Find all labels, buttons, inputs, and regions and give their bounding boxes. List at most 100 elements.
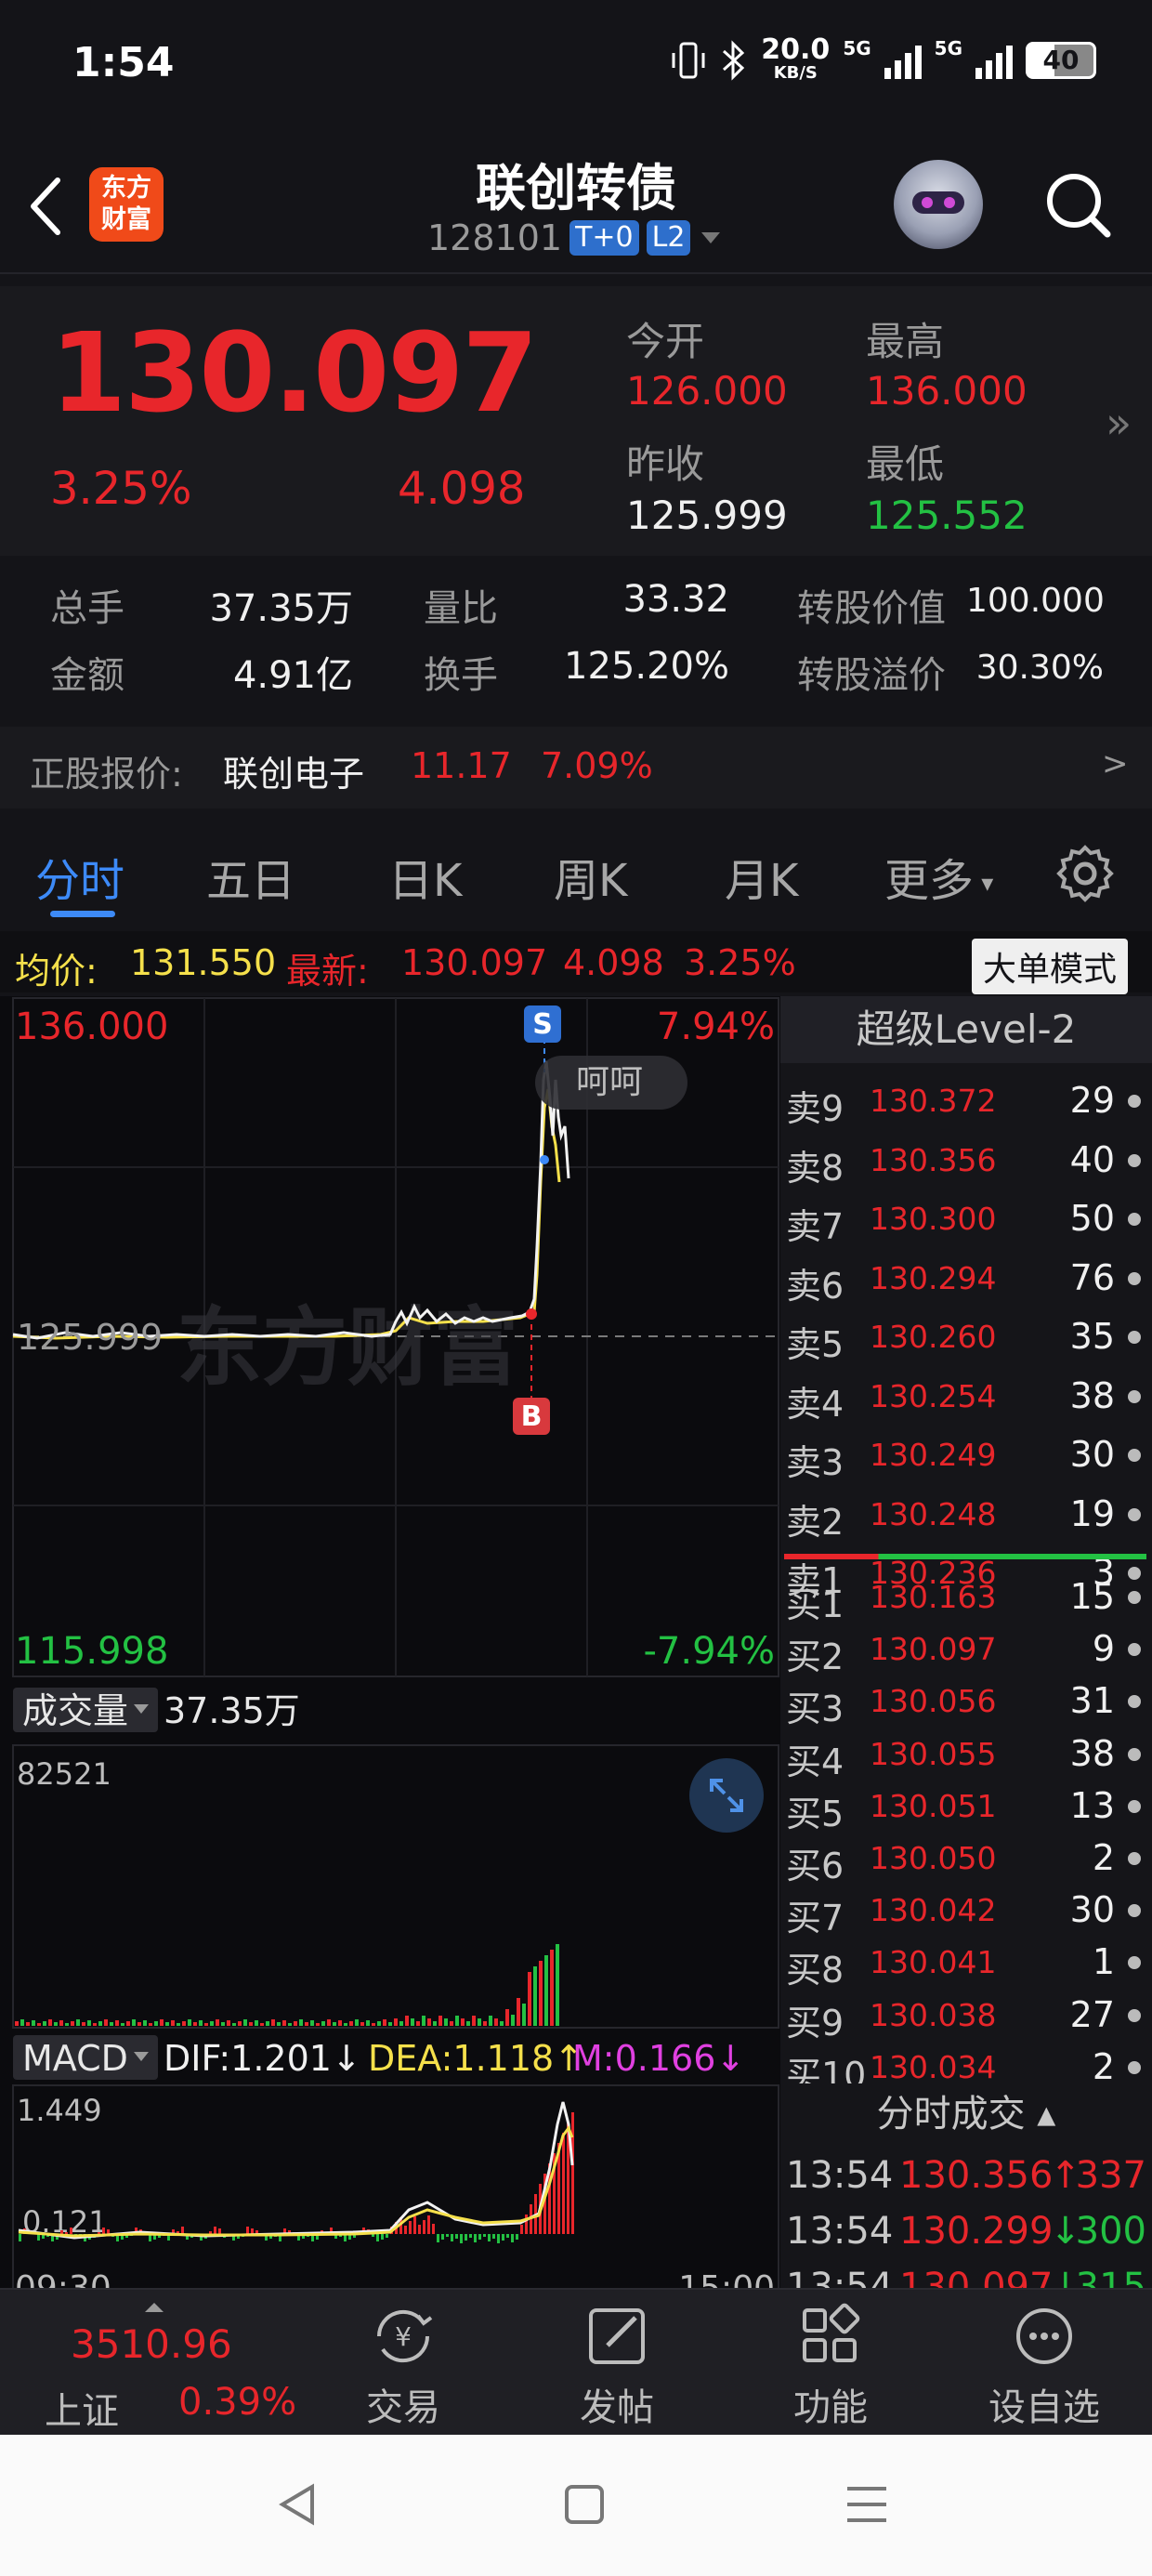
ask-row-7[interactable]: 卖3 130.249 30 bbox=[780, 1428, 1152, 1483]
low-label: 最低 bbox=[866, 441, 945, 487]
search-icon[interactable] bbox=[1041, 167, 1115, 242]
tag-l2: L2 bbox=[646, 220, 691, 256]
trade-icon: ¥ bbox=[376, 2309, 433, 2363]
volume-bar bbox=[87, 2020, 91, 2026]
dot-icon bbox=[1128, 1389, 1141, 1403]
latest-change-pct: 3.25% bbox=[684, 942, 796, 983]
volume-bar bbox=[82, 2022, 85, 2026]
ask-row-1[interactable]: 卖9 130.372 29 bbox=[780, 1074, 1152, 1129]
volume-bar bbox=[461, 2018, 465, 2026]
nav-functions[interactable]: 功能 bbox=[756, 2303, 905, 2431]
comment-bubble-text: 呵呵 bbox=[576, 1063, 643, 1101]
nav-add-favorite[interactable]: 设自选 bbox=[970, 2303, 1119, 2431]
security-code-row[interactable]: 128101 T+0 L2 bbox=[427, 217, 724, 258]
ask-level-label: 卖4 bbox=[786, 1383, 844, 1425]
bid-quantity: 2 bbox=[1092, 1837, 1115, 1878]
avg-label: 均价: bbox=[15, 951, 98, 992]
volume-value: 37.35万 bbox=[209, 587, 353, 630]
ask-row-3[interactable]: 卖7 130.300 50 bbox=[780, 1192, 1152, 1247]
prev-close-value: 125.999 bbox=[626, 493, 788, 538]
ask-row-4[interactable]: 卖6 130.294 76 bbox=[780, 1252, 1152, 1307]
fullscreen-button[interactable] bbox=[689, 1758, 764, 1833]
volume-bar bbox=[399, 2021, 403, 2026]
volume-bar bbox=[188, 2019, 191, 2026]
net-speed: 20.0 KB/S bbox=[761, 33, 831, 84]
index-name: 上证 bbox=[45, 2390, 119, 2433]
macd-histogram-bar bbox=[511, 2234, 514, 2242]
ask-row-8[interactable]: 卖2 130.248 19 bbox=[780, 1488, 1152, 1543]
orderbook-title[interactable]: 超级Level-2 bbox=[780, 996, 1152, 1063]
bid-row-9[interactable]: 买9 130.038 27 bbox=[780, 1989, 1152, 2044]
volume-bar bbox=[243, 2019, 247, 2026]
macd-m: M:0.166↓ bbox=[572, 2038, 745, 2079]
volume-bar bbox=[277, 2022, 281, 2026]
macd-histogram-bar bbox=[525, 2215, 528, 2234]
bid-row-4[interactable]: 买4 130.055 38 bbox=[780, 1728, 1152, 1782]
volume-bar bbox=[210, 2021, 214, 2026]
tab-intraday[interactable]: 分时 bbox=[35, 844, 124, 909]
tag-t0: T+0 bbox=[569, 220, 639, 256]
expand-quote-icon[interactable]: » bbox=[1106, 398, 1132, 448]
ask-row-6[interactable]: 卖4 130.254 38 bbox=[780, 1370, 1152, 1425]
macd-histogram-bar bbox=[107, 2229, 110, 2234]
macd-histogram-bar bbox=[19, 2234, 21, 2241]
ticks-title[interactable]: 分时成交 ▴ bbox=[780, 2083, 1152, 2145]
nav-trade[interactable]: ¥ 交易 bbox=[329, 2303, 478, 2431]
system-menu-icon[interactable] bbox=[844, 2481, 890, 2528]
bid-level-label: 买1 bbox=[786, 1584, 844, 1625]
macd-histogram-bar bbox=[181, 2227, 184, 2234]
volume-bar bbox=[255, 2020, 258, 2026]
macd-histogram-bar bbox=[497, 2234, 500, 2243]
ask-price: 130.254 bbox=[870, 1377, 997, 1414]
volume-bar bbox=[411, 2018, 414, 2026]
volume-bar bbox=[377, 2021, 381, 2026]
ask-row-5[interactable]: 卖5 130.260 35 bbox=[780, 1310, 1152, 1365]
volume-bar bbox=[115, 2020, 119, 2026]
tab-daily-k[interactable]: 日K bbox=[388, 844, 462, 909]
ask-row-2[interactable]: 卖8 130.356 40 bbox=[780, 1134, 1152, 1189]
volume-bar bbox=[32, 2020, 35, 2026]
volume-bar bbox=[154, 2021, 158, 2026]
watermark: 东方财富 bbox=[177, 1298, 518, 1398]
volume-bar bbox=[360, 2022, 364, 2026]
volume-bar bbox=[48, 2019, 52, 2026]
caret-down-icon[interactable] bbox=[698, 229, 724, 247]
bid-price: 130.042 bbox=[870, 1892, 997, 1929]
intraday-chart-area[interactable]: 东方财富 S B 呵呵 136.000 7.94% 125.999 115.99… bbox=[0, 996, 780, 2313]
bid-row-5[interactable]: 买5 130.051 13 bbox=[780, 1780, 1152, 1834]
system-navigation-bar bbox=[0, 2435, 1152, 2576]
tab-monthly-k[interactable]: 月K bbox=[725, 844, 798, 909]
tab-five-day[interactable]: 五日 bbox=[206, 844, 295, 909]
y-min-label: 115.998 bbox=[15, 1630, 168, 1673]
big-order-mode-button[interactable]: 大单模式 bbox=[972, 939, 1129, 994]
macd-histogram-bar bbox=[37, 2234, 40, 2241]
system-home-icon[interactable] bbox=[561, 2481, 608, 2528]
bid-row-6[interactable]: 买6 130.050 2 bbox=[780, 1832, 1152, 1886]
assistant-robot-avatar[interactable] bbox=[894, 160, 983, 249]
bid-row-1[interactable]: 买1 130.163 15 bbox=[780, 1571, 1152, 1625]
bid-quantity: 27 bbox=[1069, 1993, 1115, 2035]
underlying-stock-row[interactable]: 正股报价: 联创电子 11.17 7.09% > bbox=[0, 727, 1152, 808]
gear-icon[interactable] bbox=[1055, 844, 1115, 903]
bid-quantity: 31 bbox=[1069, 1680, 1115, 1722]
latest-value: 130.097 bbox=[401, 942, 548, 983]
macd-max-label: 1.449 bbox=[17, 2093, 102, 2128]
bid-row-7[interactable]: 买7 130.042 30 bbox=[780, 1884, 1152, 1939]
nav-post[interactable]: 发帖 bbox=[543, 2303, 691, 2431]
bid-row-8[interactable]: 买8 130.041 1 bbox=[780, 1936, 1152, 1991]
tab-more[interactable]: 更多 ▾ bbox=[884, 844, 993, 909]
tab-weekly-k[interactable]: 周K bbox=[554, 844, 627, 909]
grid-icon bbox=[803, 2303, 860, 2362]
dot-icon bbox=[1128, 1153, 1141, 1167]
system-back-icon[interactable] bbox=[275, 2481, 321, 2528]
dot-icon bbox=[1128, 1695, 1141, 1709]
bid-row-2[interactable]: 买2 130.097 9 bbox=[780, 1623, 1152, 1677]
volume-bar bbox=[249, 2022, 253, 2026]
bid-row-3[interactable]: 买3 130.056 31 bbox=[780, 1675, 1152, 1729]
ask-quantity: 40 bbox=[1069, 1138, 1115, 1180]
underlying-arrow-icon[interactable]: > bbox=[1102, 745, 1129, 782]
volume-bar bbox=[282, 2020, 286, 2026]
volume-bar bbox=[288, 2023, 292, 2026]
volume-bar bbox=[455, 2016, 459, 2026]
signal1-label: 5G bbox=[843, 37, 871, 59]
